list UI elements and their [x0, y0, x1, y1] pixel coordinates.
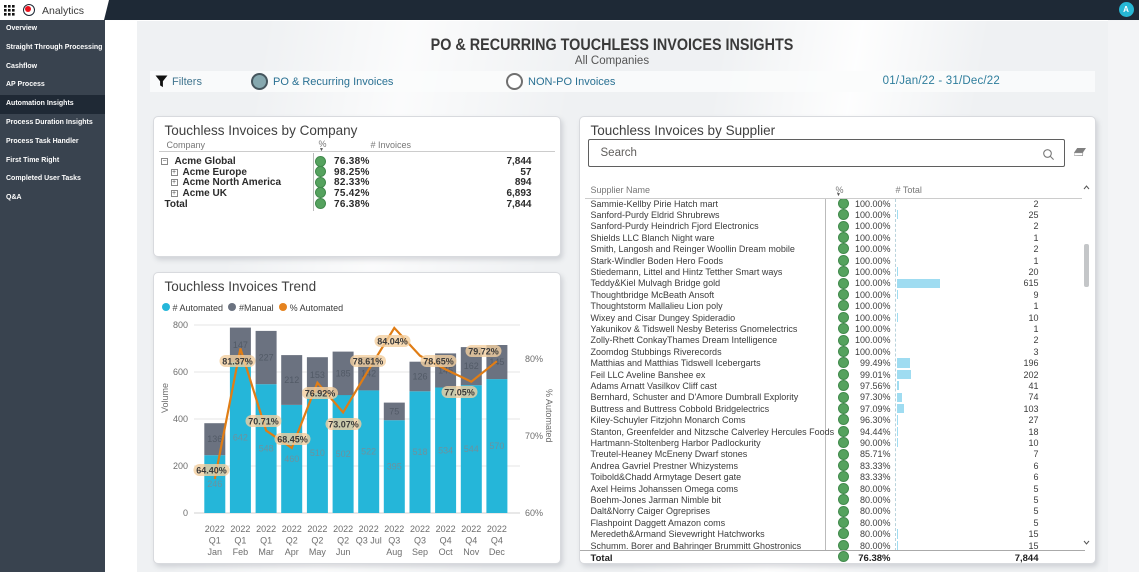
svg-text:Q1: Q1 [234, 536, 246, 546]
svg-text:136: 136 [207, 434, 222, 444]
svg-text:0: 0 [182, 508, 187, 518]
svg-text:2022: 2022 [384, 524, 404, 534]
svg-text:510: 510 [309, 448, 324, 458]
svg-text:522: 522 [361, 447, 376, 457]
svg-text:68.45%: 68.45% [277, 435, 308, 445]
svg-text:153: 153 [309, 370, 324, 380]
svg-text:Q3: Q3 [413, 536, 425, 546]
svg-text:80%: 80% [525, 354, 543, 364]
svg-text:2022: 2022 [461, 524, 481, 534]
svg-text:Q4: Q4 [465, 536, 477, 546]
svg-text:642: 642 [232, 433, 247, 443]
svg-text:Q2: Q2 [285, 536, 297, 546]
svg-text:2022: 2022 [358, 524, 378, 534]
svg-text:227: 227 [258, 353, 273, 363]
svg-text:78.61%: 78.61% [352, 357, 383, 367]
svg-text:Feb: Feb [232, 547, 248, 557]
svg-text:Aug: Aug [386, 547, 402, 557]
svg-text:Apr: Apr [284, 547, 298, 557]
svg-text:Q3: Q3 [388, 536, 400, 546]
svg-text:84.04%: 84.04% [377, 337, 408, 347]
svg-text:Q2: Q2 [311, 536, 323, 546]
svg-text:185: 185 [335, 368, 350, 378]
svg-text:Q4: Q4 [490, 536, 502, 546]
svg-text:126: 126 [412, 372, 427, 382]
svg-text:Q4: Q4 [439, 536, 451, 546]
svg-text:Nov: Nov [463, 547, 480, 557]
svg-text:64.40%: 64.40% [196, 466, 227, 476]
svg-text:2022: 2022 [256, 524, 276, 534]
svg-text:Q1: Q1 [208, 536, 220, 546]
svg-text:81.37%: 81.37% [222, 357, 253, 367]
svg-text:75: 75 [389, 406, 399, 416]
svg-text:502: 502 [335, 449, 350, 459]
svg-text:Jan: Jan [207, 547, 222, 557]
svg-text:73.07%: 73.07% [328, 420, 359, 430]
svg-text:Q2: Q2 [337, 536, 349, 546]
svg-text:212: 212 [284, 375, 299, 385]
svg-text:2022: 2022 [307, 524, 327, 534]
svg-text:600: 600 [172, 367, 187, 377]
svg-text:200: 200 [172, 461, 187, 471]
svg-text:Q3 Jul: Q3 Jul [355, 536, 381, 546]
svg-text:2022: 2022 [409, 524, 429, 534]
svg-text:534: 534 [438, 445, 453, 455]
svg-text:Sep: Sep [411, 547, 427, 557]
svg-text:76.92%: 76.92% [304, 389, 335, 399]
svg-text:162: 162 [463, 361, 478, 371]
svg-text:2022: 2022 [281, 524, 301, 534]
svg-text:60%: 60% [525, 508, 543, 518]
svg-text:Oct: Oct [438, 547, 453, 557]
svg-text:518: 518 [412, 447, 427, 457]
svg-text:Q1: Q1 [260, 536, 272, 546]
svg-text:246: 246 [207, 479, 222, 489]
svg-text:78.65%: 78.65% [423, 357, 454, 367]
svg-text:77.05%: 77.05% [444, 388, 475, 398]
svg-text:79.72%: 79.72% [468, 347, 499, 357]
svg-text:548: 548 [258, 444, 273, 454]
svg-text:70%: 70% [525, 431, 543, 441]
svg-text:2022: 2022 [435, 524, 455, 534]
svg-text:2022: 2022 [333, 524, 353, 534]
svg-text:Jun: Jun [335, 547, 350, 557]
svg-text:May: May [308, 547, 326, 557]
svg-text:544: 544 [463, 444, 478, 454]
svg-text:Mar: Mar [258, 547, 274, 557]
svg-text:800: 800 [172, 320, 187, 330]
svg-text:2022: 2022 [204, 524, 224, 534]
svg-text:Dec: Dec [488, 547, 505, 557]
svg-text:460: 460 [284, 454, 299, 464]
svg-text:395: 395 [386, 462, 401, 472]
svg-text:2022: 2022 [230, 524, 250, 534]
svg-text:570: 570 [489, 441, 504, 451]
svg-text:400: 400 [172, 414, 187, 424]
svg-text:70.71%: 70.71% [248, 417, 279, 427]
svg-text:2022: 2022 [486, 524, 506, 534]
